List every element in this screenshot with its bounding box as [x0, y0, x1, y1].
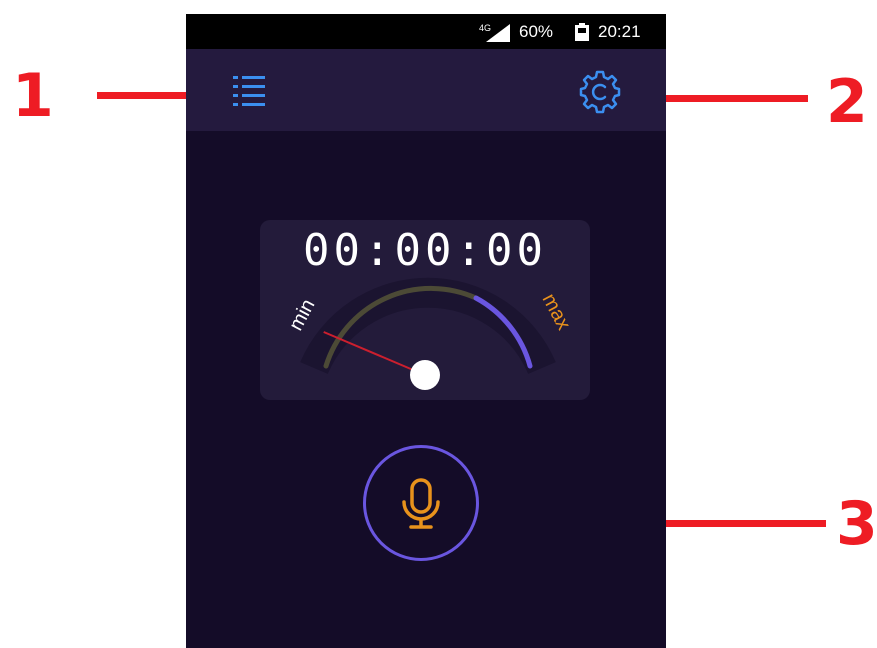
callout-number-3: 3: [836, 489, 877, 559]
app-bar: [186, 49, 666, 131]
phone-screen: 4G 60% 20:21 00:00:00 min max: [186, 14, 666, 648]
list-icon: [233, 76, 265, 106]
microphone-icon: [402, 478, 440, 529]
gear-icon: [579, 70, 621, 114]
gauge-min-label: min: [285, 296, 320, 335]
sound-meter-card: 00:00:00 min max: [260, 220, 590, 400]
gauge-max-label: max: [538, 290, 575, 334]
battery-icon: [575, 23, 589, 41]
callout-number-1: 1: [12, 61, 54, 131]
clock-time: 20:21: [598, 22, 641, 41]
gauge-hub: [410, 360, 440, 390]
settings-button[interactable]: [577, 68, 623, 114]
record-button[interactable]: [363, 445, 479, 561]
signal-icon: [486, 24, 510, 42]
sound-level-gauge: min max: [285, 277, 575, 390]
status-bar: 4G 60% 20:21: [186, 14, 666, 49]
menu-button[interactable]: [230, 73, 268, 109]
battery-percent: 60%: [519, 22, 554, 41]
callout-number-2: 2: [826, 67, 868, 137]
